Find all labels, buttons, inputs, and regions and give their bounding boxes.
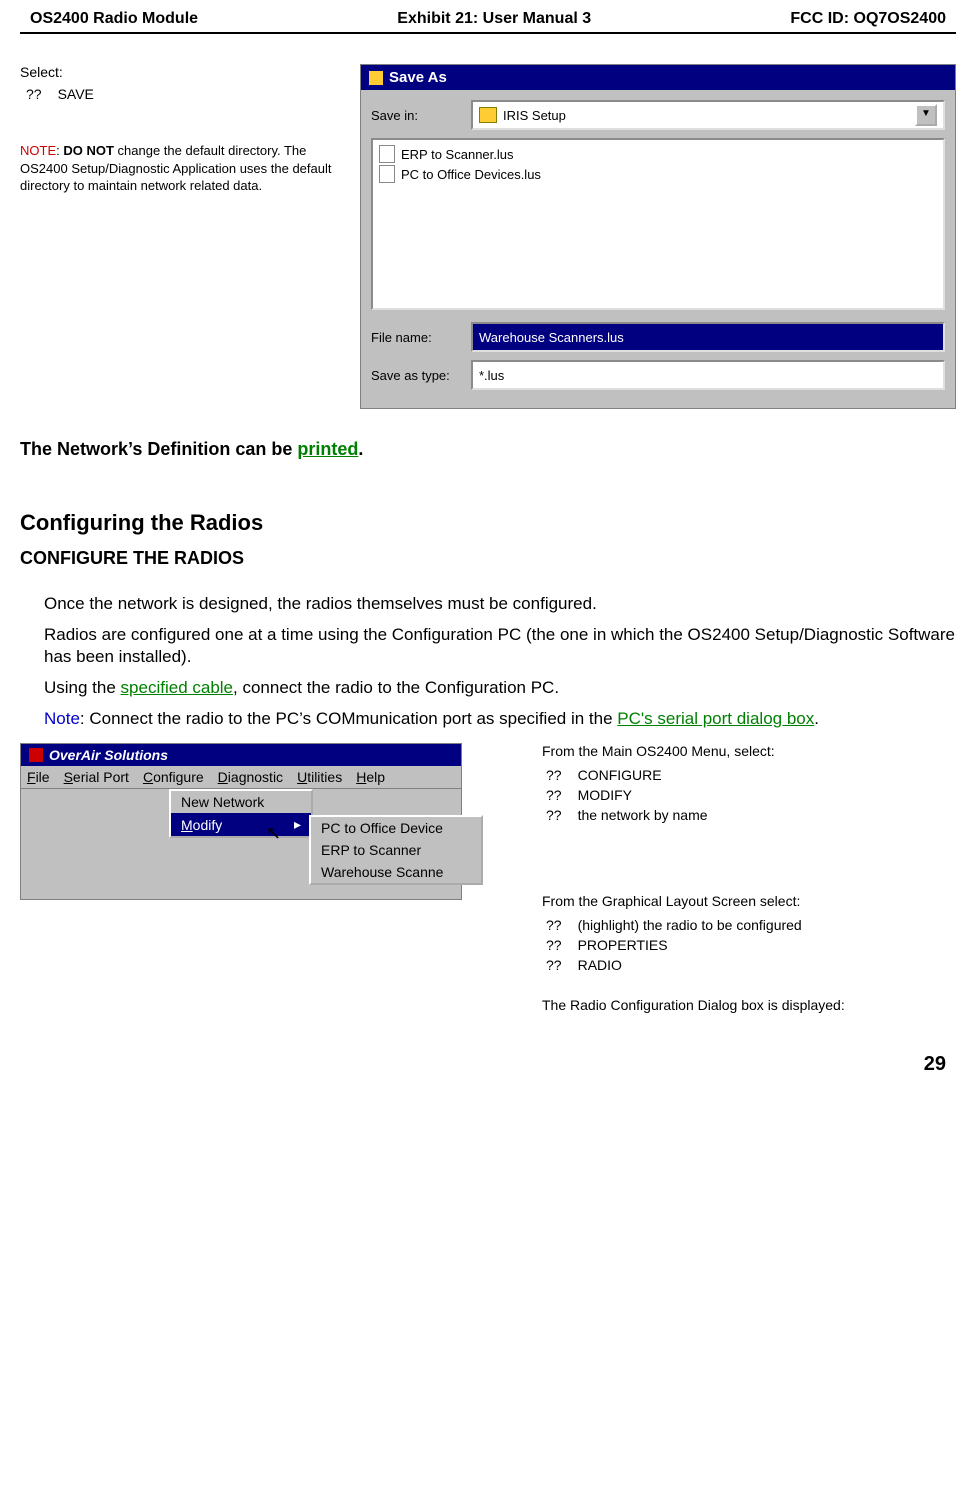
bullet-marker: ?? (546, 917, 562, 933)
bullet-marker: ?? (546, 957, 562, 973)
bullet-marker: ?? (546, 807, 562, 823)
save-as-dialog: Save As Save in: IRIS Setup ▼ (360, 64, 956, 409)
bullet-marker: ?? (26, 86, 42, 102)
right1-item: CONFIGURE (578, 767, 662, 783)
menu-utilities[interactable]: Utilities (297, 769, 342, 785)
bullet-marker: ?? (546, 787, 562, 803)
right2-item: (highlight) the radio to be configured (578, 917, 802, 933)
save-as-type-label: Save as type: (371, 368, 461, 383)
paragraph-1: Once the network is designed, the radios… (44, 593, 956, 614)
menu-bar[interactable]: File Serial Port Configure Diagnostic Ut… (21, 766, 461, 789)
list-item[interactable]: ERP to Scanner.lus (377, 144, 939, 164)
file-list[interactable]: ERP to Scanner.lus PC to Office Devices.… (371, 138, 945, 310)
header-center: Exhibit 21: User Manual 3 (397, 10, 591, 28)
file-name: ERP to Scanner.lus (401, 147, 514, 162)
list-item[interactable]: PC to Office Devices.lus (377, 164, 939, 184)
note-word: Note (44, 709, 80, 728)
save-in-combo[interactable]: IRIS Setup ▼ (471, 100, 945, 130)
specified-cable-link[interactable]: specified cable (121, 678, 233, 697)
menu-serial-port[interactable]: Serial Port (64, 769, 129, 785)
configure-dropdown[interactable]: New Network Modify▸ PC to Office Device … (169, 789, 313, 838)
paragraph-2: Radios are configured one at a time usin… (44, 624, 956, 667)
note-label: NOTE (20, 143, 56, 158)
app-icon (29, 748, 43, 762)
paragraph-3: Using the specified cable, connect the r… (44, 677, 956, 698)
save-as-type-combo[interactable]: *.lus (471, 360, 945, 390)
modify-submenu[interactable]: PC to Office Device ERP to Scanner Wareh… (309, 815, 483, 885)
file-name-label: File name: (371, 330, 461, 345)
menu-item-new-network[interactable]: New Network (171, 791, 311, 813)
header-left: OS2400 Radio Module (30, 10, 198, 28)
select-label: Select: (20, 64, 340, 80)
menu-help[interactable]: Help (356, 769, 385, 785)
save-in-label: Save in: (371, 108, 461, 123)
right2-lead: From the Graphical Layout Screen select: (542, 893, 845, 909)
right2-item: RADIO (578, 957, 622, 973)
file-name-input[interactable]: Warehouse Scanners.lus (471, 322, 945, 352)
dialog-title: Save As (389, 69, 447, 86)
menu-file[interactable]: File (27, 769, 50, 785)
submenu-item[interactable]: ERP to Scanner (311, 839, 481, 861)
right1-item: the network by name (578, 807, 708, 823)
document-icon (379, 145, 395, 163)
save-icon (369, 71, 383, 85)
bullet-marker: ?? (546, 937, 562, 953)
print-line-after: . (358, 439, 363, 459)
right2-final: The Radio Configuration Dialog box is di… (542, 997, 845, 1013)
p3-before: Using the (44, 678, 121, 697)
menu-diagnostic[interactable]: Diagnostic (218, 769, 283, 785)
dialog-title-bar: Save As (361, 65, 955, 90)
file-name-value: Warehouse Scanners.lus (479, 330, 624, 345)
overair-title-bar: OverAir Solutions (21, 744, 461, 766)
section-heading-2: CONFIGURE THE RADIOS (20, 548, 956, 569)
page-number: 29 (20, 1053, 956, 1076)
header-rule (20, 32, 956, 34)
right1-lead: From the Main OS2400 Menu, select: (542, 743, 845, 759)
file-name: PC to Office Devices.lus (401, 167, 541, 182)
p3-after: , connect the radio to the Configuration… (233, 678, 559, 697)
header-right: FCC ID: OQ7OS2400 (790, 10, 946, 28)
folder-icon (479, 107, 497, 123)
menu-configure[interactable]: Configure (143, 769, 204, 785)
save-as-type-value: *.lus (479, 368, 504, 383)
print-line: The Network’s Definition can be printed. (20, 439, 956, 460)
serial-port-link[interactable]: PC's serial port dialog box (617, 709, 814, 728)
overair-title: OverAir Solutions (49, 747, 168, 763)
menu-item-modify[interactable]: Modify▸ (171, 813, 311, 836)
submenu-item[interactable]: Warehouse Scanne (311, 861, 481, 883)
section-heading-1: Configuring the Radios (20, 510, 956, 536)
note-block: NOTE: DO NOT change the default director… (20, 142, 340, 195)
bullet-marker: ?? (546, 767, 562, 783)
paragraph-4: Note: Connect the radio to the PC’s COMm… (44, 708, 956, 729)
submenu-arrow-icon: ▸ (294, 816, 301, 833)
save-in-folder: IRIS Setup (503, 108, 566, 123)
save-text: SAVE (58, 86, 94, 102)
overair-window: OverAir Solutions File Serial Port Confi… (20, 743, 462, 900)
p4-mid: : Connect the radio to the PC’s COMmunic… (80, 709, 617, 728)
p4-after: . (814, 709, 819, 728)
print-line-before: The Network’s Definition can be (20, 439, 297, 459)
submenu-item[interactable]: PC to Office Device (311, 817, 481, 839)
printed-link[interactable]: printed (297, 439, 358, 459)
right1-item: MODIFY (578, 787, 632, 803)
document-icon (379, 165, 395, 183)
cursor-icon: ↖ (266, 823, 281, 844)
chevron-down-icon[interactable]: ▼ (915, 104, 937, 126)
right2-item: PROPERTIES (578, 937, 668, 953)
note-bold: DO NOT (63, 143, 114, 158)
